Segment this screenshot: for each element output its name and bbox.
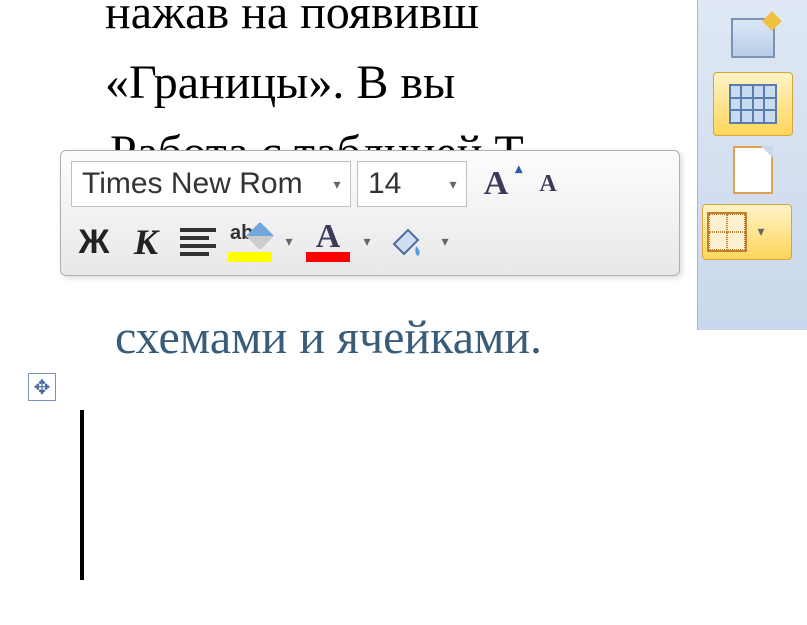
- shrink-font-icon: A: [539, 171, 556, 198]
- font-size-value: 14: [358, 167, 440, 201]
- italic-icon: К: [134, 221, 158, 263]
- table-cell[interactable]: [81, 411, 83, 495]
- table-row[interactable]: [81, 495, 83, 579]
- align-center-button[interactable]: [175, 219, 221, 265]
- blank-page-button[interactable]: [713, 138, 793, 202]
- draw-table-button[interactable]: [713, 6, 793, 70]
- shading-button[interactable]: [383, 219, 429, 265]
- highlight-icon: ab: [228, 222, 272, 262]
- document-text-line: «Границы». В вы: [105, 55, 455, 110]
- ribbon-side-panel: ▾: [697, 0, 807, 330]
- document-table[interactable]: [80, 410, 84, 580]
- mini-toolbar: Times New Rom ▾ 14 ▾ A A Ж К ab: [60, 150, 680, 276]
- dropdown-arrow-icon[interactable]: ▾: [440, 176, 466, 193]
- highlight-dropdown-arrow[interactable]: ▾: [279, 234, 299, 251]
- table-cell[interactable]: [81, 495, 83, 579]
- grow-font-button[interactable]: A: [473, 161, 519, 207]
- draw-table-icon: [731, 18, 775, 58]
- grow-font-icon: A: [484, 165, 509, 203]
- toolbar-row-top: Times New Rom ▾ 14 ▾ A A: [71, 159, 669, 209]
- dropdown-arrow-icon[interactable]: ▾: [324, 176, 350, 193]
- document-text-line: нажав на появивш: [105, 0, 479, 40]
- table-row[interactable]: [81, 411, 83, 495]
- borders-dropdown-arrow[interactable]: ▾: [751, 224, 771, 241]
- insert-table-icon: [729, 84, 777, 124]
- blank-page-icon: [733, 146, 773, 194]
- move-handle-icon: ✥: [34, 375, 51, 400]
- document-text-line: схемами и ячейками.: [115, 310, 542, 365]
- toolbar-row-bottom: Ж К ab ▾ A ▾: [71, 217, 669, 267]
- font-color-icon: A: [306, 220, 350, 264]
- bold-button[interactable]: Ж: [71, 219, 117, 265]
- font-color-dropdown-arrow[interactable]: ▾: [357, 234, 377, 251]
- insert-table-button[interactable]: [713, 72, 793, 136]
- table-move-handle[interactable]: ✥: [28, 373, 56, 401]
- borders-split-button[interactable]: ▾: [702, 204, 792, 260]
- bold-icon: Ж: [79, 223, 110, 262]
- shading-dropdown-arrow[interactable]: ▾: [435, 234, 455, 251]
- shrink-font-button[interactable]: A: [525, 161, 571, 207]
- font-size-combo[interactable]: 14 ▾: [357, 161, 467, 207]
- font-name-value: Times New Rom: [72, 167, 324, 201]
- paint-bucket-icon: [386, 222, 426, 262]
- font-color-button[interactable]: A: [305, 219, 351, 265]
- font-name-combo[interactable]: Times New Rom ▾: [71, 161, 351, 207]
- italic-button[interactable]: К: [123, 219, 169, 265]
- highlight-color-button[interactable]: ab: [227, 219, 273, 265]
- align-center-icon: [180, 228, 216, 256]
- borders-icon: [707, 212, 747, 252]
